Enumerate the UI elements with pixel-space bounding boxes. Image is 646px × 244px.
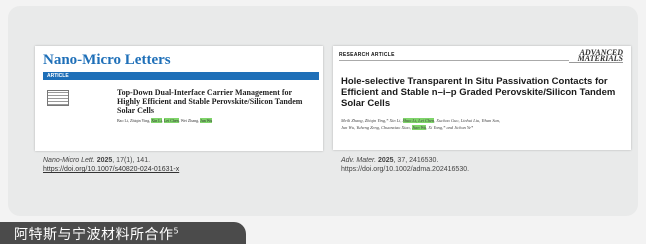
footnote-marker: 5 — [173, 226, 180, 236]
highlighted-author: Jun Wu — [200, 118, 213, 123]
journal-logo: Nano-Micro Letters — [43, 52, 171, 68]
publisher-logo: ADVANCED MATERIALS — [569, 49, 623, 63]
emblem-icon — [47, 90, 69, 106]
author: Zhiqin Ying — [130, 118, 150, 123]
content-card: Nano-Micro Letters ARTICLE Top-Down Dual… — [8, 6, 638, 216]
citation-journal: Nano-Micro Lett. — [43, 157, 95, 164]
paper-thumbnail-adv-mater: RESEARCH ARTICLE ADVANCED MATERIALS Hole… — [333, 46, 631, 150]
author: Bao Li — [117, 118, 128, 123]
banner-title: 阿特斯与宁波材料所合作5 — [14, 226, 180, 243]
doi-link[interactable]: https://doi.org/10.1002/adma.202416530. — [341, 166, 469, 173]
author-list: Meili Zhang, Zhiqin Ying,* Xin Li, Shuo … — [341, 118, 501, 130]
citation-2: Adv. Mater. 2025, 37, 2416530. https://d… — [341, 157, 470, 173]
citation-journal: Adv. Mater. — [341, 157, 377, 164]
doi-link[interactable]: https://doi.org/10.1007/s40820-024-01631… — [43, 166, 179, 173]
citation-year: 2025 — [96, 157, 113, 164]
citation-1: Nano-Micro Lett. 2025, 17(1), 141. https… — [43, 157, 180, 173]
highlighted-author: Jian Wu — [411, 124, 427, 130]
sidebar-meta — [43, 108, 103, 112]
highlighted-author: Xin Li — [151, 118, 162, 123]
author: Wei Zhang — [180, 118, 199, 123]
highlighted-author: Shuo Li, Lei Chen — [402, 118, 435, 123]
article-type-label: RESEARCH ARTICLE — [339, 52, 395, 58]
section-label: ARTICLE — [47, 73, 69, 79]
publisher-url — [622, 64, 623, 68]
section-bar: ARTICLE — [43, 72, 319, 80]
journal-meta — [275, 52, 319, 56]
highlighted-author: Lei Chen — [163, 118, 179, 123]
paper-thumbnail-nano-micro: Nano-Micro Letters ARTICLE Top-Down Dual… — [35, 46, 323, 151]
caption-banner: 阿特斯与宁波材料所合作5 — [0, 222, 246, 244]
header-divider — [339, 60, 569, 61]
citation-year: 2025 — [377, 157, 394, 164]
author-list: Bao Li, Zhiqin Ying, Xin Li, Lei Chen, W… — [117, 118, 213, 123]
paper-title: Top-Down Dual-Interface Carrier Manageme… — [117, 88, 303, 115]
paper-title: Hole-selective Transparent In Situ Passi… — [341, 76, 616, 109]
